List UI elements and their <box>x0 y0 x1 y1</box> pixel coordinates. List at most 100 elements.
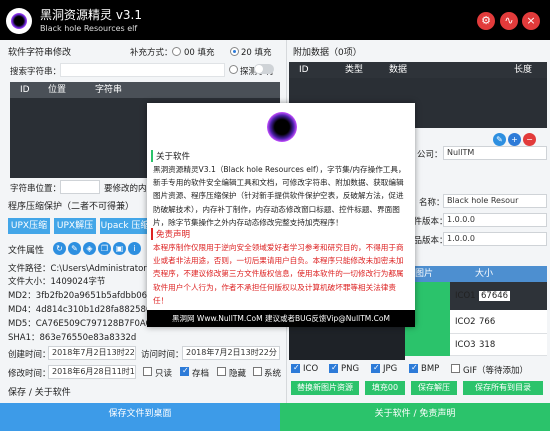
sha1-hash: SHA1：863e76550e83a8332d <box>8 333 137 343</box>
png-label: PNG <box>341 364 360 374</box>
create-time-field[interactable]: 2018年7月2日13时22分 <box>48 346 136 360</box>
table-row[interactable]: ICO1 67646 <box>405 282 547 310</box>
md2-hash: MD2：3fb2fb20a9651b5afdbb0667 <box>8 291 158 301</box>
bmp-checkbox[interactable] <box>409 363 418 373</box>
string-section-title: 软件字符串修改 <box>8 48 72 58</box>
search-label: 搜索字符串： <box>10 67 62 77</box>
icon-name: ICO2 <box>455 317 476 327</box>
access-time-field[interactable]: 2018年7月2日13时22分 <box>182 346 280 360</box>
footer-text: 黑洞网 Www.NullTM.CoM 建议或者BUG反馈Vip@NullTM.C… <box>172 314 390 323</box>
blackhole-logo-icon <box>267 112 297 142</box>
bmp-label: BMP <box>421 364 440 374</box>
remove-icon[interactable]: − <box>523 133 536 146</box>
string-position-field[interactable] <box>60 180 100 194</box>
col-id: ID <box>299 65 309 75</box>
readonly-label: 只读 <box>155 369 173 379</box>
gif-label: GIF（等待添加） <box>463 366 528 376</box>
probe-toggle[interactable] <box>254 64 274 74</box>
icon-size: 318 <box>479 340 496 350</box>
icon-table-header: 图片 大小 <box>405 266 547 282</box>
archive-checkbox[interactable] <box>180 366 189 376</box>
about-disclaimer-button[interactable]: 关于软件 / 免责声明 <box>280 403 550 431</box>
popup-footer: 黑洞网 Www.NullTM.CoM 建议或者BUG反馈Vip@NullTM.C… <box>147 310 415 327</box>
save-to-desktop-button[interactable]: 保存文件到桌面 <box>0 403 280 431</box>
name-field[interactable]: Black hole Resour <box>443 194 547 208</box>
copy-icon[interactable]: ❐ <box>98 242 111 255</box>
col-data: 数据 <box>389 65 408 75</box>
close-icon[interactable]: × <box>522 12 540 30</box>
about-popup: 关于软件 黑洞资源精灵V3.1（Black hole Resources elf… <box>147 103 415 327</box>
table-row[interactable]: ICO2 766 <box>405 310 547 334</box>
jpg-checkbox[interactable] <box>371 363 380 373</box>
fill00-button[interactable]: 填充00 <box>365 381 405 395</box>
attr-section-title: 文件属性 <box>8 246 45 256</box>
system-checkbox[interactable] <box>253 367 262 376</box>
file-version-field[interactable]: 1.0.0.0 <box>443 213 547 227</box>
upx-compress-button[interactable]: UPX压缩 <box>8 218 50 234</box>
col-size: 大小 <box>475 269 494 279</box>
file-size: 文件大小：1409024字节 <box>8 277 106 287</box>
md4-hash: MD4：4d814c310b1d28fa8825805 <box>8 305 157 315</box>
string-position-label: 字符串位置： <box>10 184 62 194</box>
col-type: 类型 <box>345 65 364 75</box>
replace-image-button[interactable]: 替换新图片资源 <box>291 381 359 395</box>
company-field[interactable]: NullTM <box>443 146 547 160</box>
create-time-label: 创建时间： <box>8 350 51 360</box>
upx-decompress-button[interactable]: UPX解压 <box>54 218 96 234</box>
pulse-icon[interactable]: ∿ <box>500 12 518 30</box>
icon-size: 67646 <box>479 291 511 301</box>
col-id: ID <box>20 85 30 95</box>
archive-label: 存档 <box>192 369 210 379</box>
search-input[interactable] <box>60 63 225 77</box>
settings-icon[interactable]: ⚙ <box>477 12 495 30</box>
table-row[interactable]: ICO3 318 <box>405 334 547 356</box>
company-label: 公司： <box>417 150 443 160</box>
title-bar: 黑洞资源精灵 v3.1 Black hole Resources elf ⚙ ∿… <box>0 0 550 40</box>
about-title: 关于软件 <box>151 150 190 162</box>
string-table-header: ID 位置 字符串 <box>10 82 280 98</box>
edit-icon[interactable]: ✎ <box>68 242 81 255</box>
system-label: 系统 <box>264 369 282 379</box>
png-checkbox[interactable] <box>329 363 338 373</box>
md5-hash: MD5：CA76E509C797128B7F0AC6 <box>8 319 157 329</box>
file-path: 文件路径：C:\Users\Administrator\D <box>8 264 157 274</box>
fill-mode-label: 补充方式： <box>130 48 173 58</box>
access-time-label: 访问时间： <box>141 350 184 360</box>
app-subtitle: Black hole Resources elf <box>40 24 138 33</box>
hidden-checkbox[interactable] <box>217 367 226 376</box>
save-all-button[interactable]: 保存所有到目录 <box>463 381 543 395</box>
attach-section-title: 附加数据（0项） <box>293 48 362 58</box>
fill-20-label: 20 填充 <box>241 48 272 58</box>
info-icon[interactable]: i <box>128 242 141 255</box>
image-icon[interactable]: ▣ <box>113 242 126 255</box>
probe-radio[interactable] <box>229 65 238 74</box>
col-string: 字符串 <box>95 85 123 95</box>
readonly-checkbox[interactable] <box>143 367 152 376</box>
product-version-field[interactable]: 1.0.0.0 <box>443 232 547 246</box>
disclaimer-title: 免责声明 <box>151 228 190 240</box>
edit-icon[interactable]: ✎ <box>493 133 506 146</box>
refresh-icon[interactable]: ↻ <box>53 242 66 255</box>
attach-table-header: ID 类型 数据 长度 <box>289 62 547 78</box>
modify-time-label: 修改时间： <box>8 369 51 379</box>
icon-name: ICO3 <box>455 340 476 350</box>
disclaimer-text: 本程序制作仅限用于逆向安全领域爱好者学习参考和研究目的，不得用于商业或者非法用途… <box>153 243 404 305</box>
add-icon[interactable]: + <box>508 133 521 146</box>
fill-20-radio[interactable] <box>230 47 239 56</box>
gif-checkbox[interactable] <box>451 364 460 373</box>
hidden-label: 隐藏 <box>229 369 247 379</box>
app-logo-icon <box>6 8 32 34</box>
app-title: 黑洞资源精灵 v3.1 <box>40 8 143 22</box>
col-image: 图片 <box>415 269 434 279</box>
icon-size: 766 <box>479 317 496 327</box>
compress-section-title: 程序压缩保护（二者不可得兼） <box>8 202 135 212</box>
col-length: 长度 <box>514 65 533 75</box>
ico-checkbox[interactable] <box>291 363 300 373</box>
fill-00-label: 00 填充 <box>184 48 215 58</box>
lock-icon[interactable]: ◈ <box>83 242 96 255</box>
modify-content-label: 要修改的内 <box>104 184 147 194</box>
fill-00-radio[interactable] <box>172 47 181 56</box>
save-decompress-button[interactable]: 保存解压 <box>411 381 457 395</box>
modify-time-field[interactable]: 2018年6月28日11时1分 <box>48 365 136 379</box>
upack-compress-button[interactable]: Upack 压缩 <box>100 218 150 234</box>
